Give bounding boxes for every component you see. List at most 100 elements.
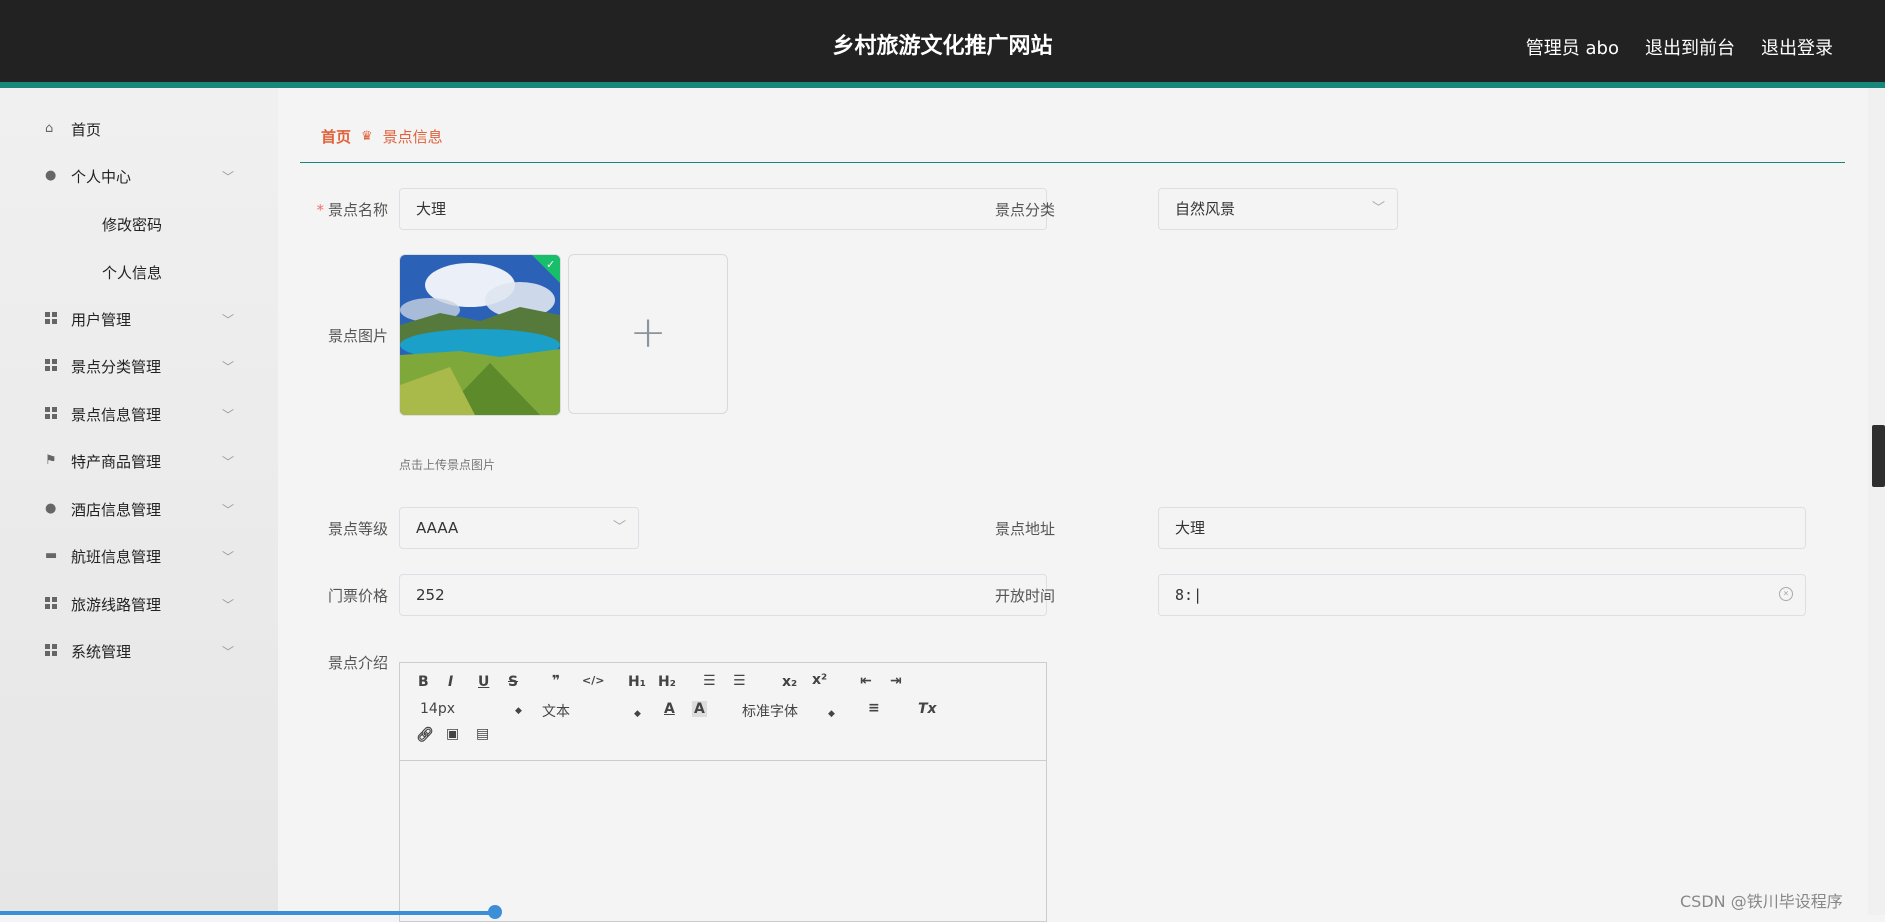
logout-link[interactable]: 退出登录	[1761, 34, 1833, 60]
sidebar-item-label: 景点分类管理	[71, 357, 162, 376]
bullet-list-icon[interactable]: ☰	[733, 673, 746, 689]
chevron-down-icon: ﹀	[222, 312, 235, 327]
indent-icon[interactable]: ⇥	[890, 673, 902, 689]
clear-format-icon[interactable]: Tx	[918, 701, 937, 717]
editor-content-area[interactable]	[400, 761, 1046, 921]
chevron-down-icon: ﹀	[222, 359, 235, 374]
bold-icon[interactable]: B	[418, 674, 429, 690]
intro-label: 景点介绍	[327, 654, 388, 672]
code-icon[interactable]: </>	[582, 674, 604, 687]
sidebar-item-label: 首页	[71, 120, 102, 139]
sidebar-item-personal-info[interactable]: 个人信息	[0, 252, 278, 292]
sidebar-item-label: 酒店信息管理	[71, 500, 162, 519]
user-icon: ●	[45, 501, 57, 516]
sidebar-item-flight-management[interactable]: ▬ 航班信息管理 ﹀	[0, 536, 278, 576]
underline-icon[interactable]: U	[478, 674, 489, 690]
top-header: 乡村旅游文化推广网站 管理员 abo 退出到前台 退出登录	[0, 0, 1885, 88]
sidebar-item-label: 系统管理	[71, 642, 132, 661]
video-icon[interactable]: ▤	[476, 726, 489, 742]
grid-icon	[45, 644, 59, 658]
vertical-scrollbar[interactable]	[1868, 88, 1885, 915]
level-label: 景点等级	[327, 520, 388, 538]
sidebar-item-personal-center[interactable]: ● 个人中心 ﹀	[0, 156, 278, 196]
clear-icon[interactable]: ×	[1779, 587, 1793, 601]
address-input[interactable]: 大理	[1158, 507, 1806, 549]
sidebar-item-user-management[interactable]: 用户管理 ﹀	[0, 299, 278, 339]
align-icon[interactable]: ≡	[868, 700, 880, 716]
breadcrumb: 首页 ♛ 景点信息	[321, 126, 443, 147]
required-mark: *	[316, 201, 324, 219]
font-color-icon[interactable]: A	[664, 701, 675, 717]
font-size-select[interactable]: 14px ◆	[420, 701, 522, 717]
updown-icon: ◆	[828, 709, 835, 719]
sidebar-item-category-management[interactable]: 景点分类管理 ﹀	[0, 346, 278, 386]
chevron-down-icon: ﹀	[222, 644, 235, 659]
image-label: 景点图片	[327, 327, 388, 345]
back-to-front-link[interactable]: 退出到前台	[1645, 34, 1735, 60]
sidebar-item-home[interactable]: ⌂ 首页	[0, 109, 278, 149]
updown-icon: ◆	[515, 706, 522, 716]
editor-toolbar: B I U S ❞ </> H₁ H₂ ☰ ☰ x₂ x² ⇤ ⇥ 14px ◆ …	[400, 663, 1046, 761]
background-color-icon[interactable]: A	[692, 701, 707, 717]
sidebar-item-label: 个人中心	[71, 167, 132, 186]
italic-icon[interactable]: I	[448, 674, 453, 690]
category-label: 景点分类	[994, 201, 1055, 219]
chevron-down-icon: ﹀	[222, 454, 235, 469]
scrollbar-thumb[interactable]	[1872, 425, 1885, 487]
sidebar-item-label: 旅游线路管理	[71, 595, 162, 614]
sidebar-item-change-password[interactable]: 修改密码	[0, 204, 278, 244]
sidebar-item-scenic-management[interactable]: 景点信息管理 ﹀	[0, 394, 278, 434]
hours-input[interactable]: 8:| ×	[1158, 574, 1806, 616]
admin-user-label[interactable]: 管理员 abo	[1526, 34, 1619, 60]
chevron-down-icon: ﹀	[612, 520, 626, 535]
chat-icon: ▬	[45, 548, 58, 563]
chevron-down-icon: ﹀	[222, 549, 235, 564]
top-links: 管理员 abo 退出到前台 退出登录	[1526, 34, 1833, 60]
sidebar-item-label: 特产商品管理	[71, 452, 162, 471]
heading1-icon[interactable]: H₁	[628, 674, 646, 690]
outdent-icon[interactable]: ⇤	[860, 673, 872, 689]
blockquote-icon[interactable]: ❞	[552, 673, 560, 689]
updown-icon: ◆	[634, 709, 641, 719]
grid-icon	[45, 312, 59, 326]
sidebar-item-system-management[interactable]: 系统管理 ﹀	[0, 631, 278, 671]
rich-text-editor[interactable]: B I U S ❞ </> H₁ H₂ ☰ ☰ x₂ x² ⇤ ⇥ 14px ◆ …	[399, 662, 1047, 922]
chevron-down-icon: ﹀	[222, 502, 235, 517]
link-icon[interactable]: 🔗︎	[416, 727, 434, 743]
level-select-value: AAAA	[416, 519, 459, 537]
strike-icon[interactable]: S	[508, 674, 518, 690]
name-label: * 景点名称	[278, 199, 388, 220]
chevron-down-icon: ﹀	[1371, 201, 1385, 216]
font-family-value: 标准字体	[742, 704, 798, 720]
sidebar-item-route-management[interactable]: 旅游线路管理 ﹀	[0, 584, 278, 624]
heading2-icon[interactable]: H₂	[658, 674, 676, 690]
landscape-image: ✓	[400, 255, 560, 415]
flag-icon: ⚑	[45, 453, 57, 468]
hours-input-value: 8:	[1175, 586, 1194, 604]
sidebar-item-label: 景点信息管理	[71, 405, 162, 424]
category-select[interactable]: 自然风景 ﹀	[1158, 188, 1398, 230]
level-select[interactable]: AAAA ﹀	[399, 507, 639, 549]
scenic-image-thumbnail[interactable]: ✓	[399, 254, 561, 416]
text-cursor: |	[1193, 586, 1203, 604]
font-family-select[interactable]: 标准字体 ◆	[742, 701, 835, 721]
ordered-list-icon[interactable]: ☰	[703, 673, 716, 689]
block-type-select[interactable]: 文本 ◆	[542, 701, 641, 721]
font-size-value: 14px	[420, 701, 455, 717]
sidebar-item-label: 个人信息	[102, 263, 163, 282]
progress-knob[interactable]	[488, 905, 502, 919]
chevron-down-icon: ﹀	[222, 407, 235, 422]
sidebar-item-hotel-management[interactable]: ● 酒店信息管理 ﹀	[0, 489, 278, 529]
upload-tip: 点击上传景点图片	[399, 458, 496, 472]
grid-icon	[45, 359, 59, 373]
upload-image-button[interactable]: +	[568, 254, 728, 414]
sidebar-item-label: 航班信息管理	[71, 547, 162, 566]
superscript-icon[interactable]: x²	[812, 672, 827, 688]
subscript-icon[interactable]: x₂	[782, 674, 797, 690]
sidebar-item-product-management[interactable]: ⚑ 特产商品管理 ﹀	[0, 441, 278, 481]
name-label-text: 景点名称	[327, 201, 388, 219]
image-icon[interactable]: ▣	[446, 726, 459, 742]
breadcrumb-home[interactable]: 首页	[321, 126, 351, 147]
user-icon: ●	[45, 168, 57, 183]
sidebar-item-label: 用户管理	[71, 310, 132, 329]
